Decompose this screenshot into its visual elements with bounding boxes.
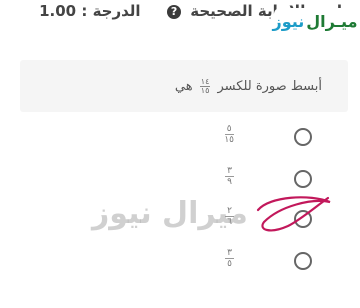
- option-fraction: ٥ ١٥: [224, 124, 234, 145]
- answer-option-4[interactable]: ٣ ٥: [212, 248, 322, 272]
- grade-label: الدرجة : 1.00: [39, 2, 141, 20]
- option-numerator: ٣: [225, 166, 234, 177]
- question-circle-icon[interactable]: ?: [167, 4, 182, 19]
- radio-button[interactable]: [294, 170, 312, 188]
- question-text: أبسط صورة للكسر ١٤ ١٥ هي: [175, 78, 322, 95]
- option-fraction: ٣ ٩: [225, 166, 234, 187]
- option-numerator: ٣: [225, 248, 234, 259]
- question-fraction: ١٤ ١٥: [199, 78, 211, 95]
- option-denominator: ١٥: [224, 135, 234, 145]
- option-fraction: ٣ ٥: [225, 248, 234, 269]
- question-card: أبسط صورة للكسر ١٤ ١٥ هي: [20, 60, 348, 112]
- watermark-text: ميرال نيوز: [92, 196, 248, 231]
- radio-button[interactable]: [294, 252, 312, 270]
- option-denominator: ٥: [227, 259, 232, 269]
- brand-logo: ميـرال نيوز: [272, 8, 358, 34]
- option-denominator: ٩: [227, 177, 232, 187]
- answer-option-2[interactable]: ٣ ٩: [212, 166, 322, 190]
- option-numerator: ٥: [224, 124, 234, 135]
- logo-text-tail: نيوز: [272, 11, 305, 31]
- question-suffix: هي: [174, 79, 193, 94]
- question-fraction-denominator: ١٥: [200, 86, 210, 95]
- hand-drawn-circle-mark: [256, 196, 331, 232]
- answer-option-1[interactable]: ٥ ١٥: [212, 124, 322, 148]
- logo-text-main: ميـرال: [306, 11, 358, 31]
- question-prefix: أبسط صورة للكسر: [217, 79, 323, 94]
- radio-button[interactable]: [294, 128, 312, 146]
